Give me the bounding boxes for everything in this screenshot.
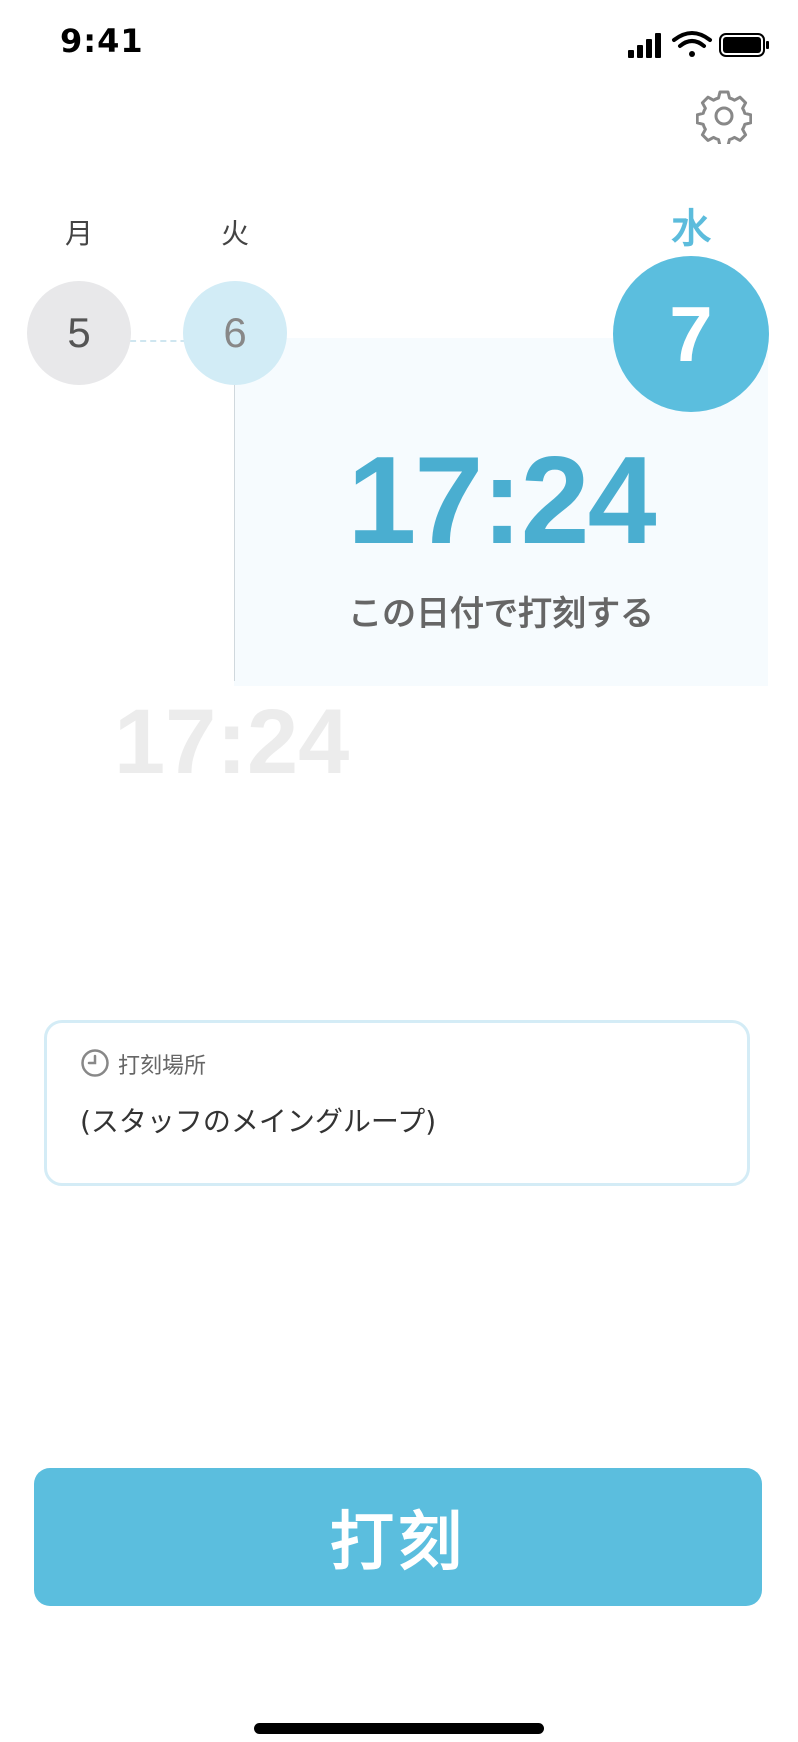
battery-icon — [719, 33, 769, 57]
day-circle-6[interactable]: 6 — [183, 281, 287, 385]
day-circle-5[interactable]: 5 — [27, 281, 131, 385]
status-icons — [628, 31, 769, 58]
signal-icon — [628, 33, 661, 58]
wifi-icon — [672, 31, 712, 57]
weekday-tue: 火 — [220, 217, 249, 250]
status-time: 9:41 — [60, 22, 144, 60]
selected-time: 17:24 — [347, 432, 656, 570]
punch-button[interactable]: 打刻 — [34, 1468, 762, 1606]
home-indicator — [254, 1723, 544, 1734]
stamp-this-date-link[interactable]: この日付で打刻する — [234, 586, 768, 635]
location-label: 打刻場所 — [118, 1054, 207, 1079]
weekday-mon: 月 — [64, 217, 93, 250]
gear-icon[interactable] — [696, 88, 752, 144]
weekday-wed: 水 — [671, 206, 711, 252]
day-circle-7-selected[interactable]: 7 — [613, 256, 769, 412]
location-value: (スタッフのメイングループ) — [80, 1105, 437, 1138]
clock-icon — [81, 1049, 109, 1077]
previous-time: 17:24 — [114, 691, 350, 793]
